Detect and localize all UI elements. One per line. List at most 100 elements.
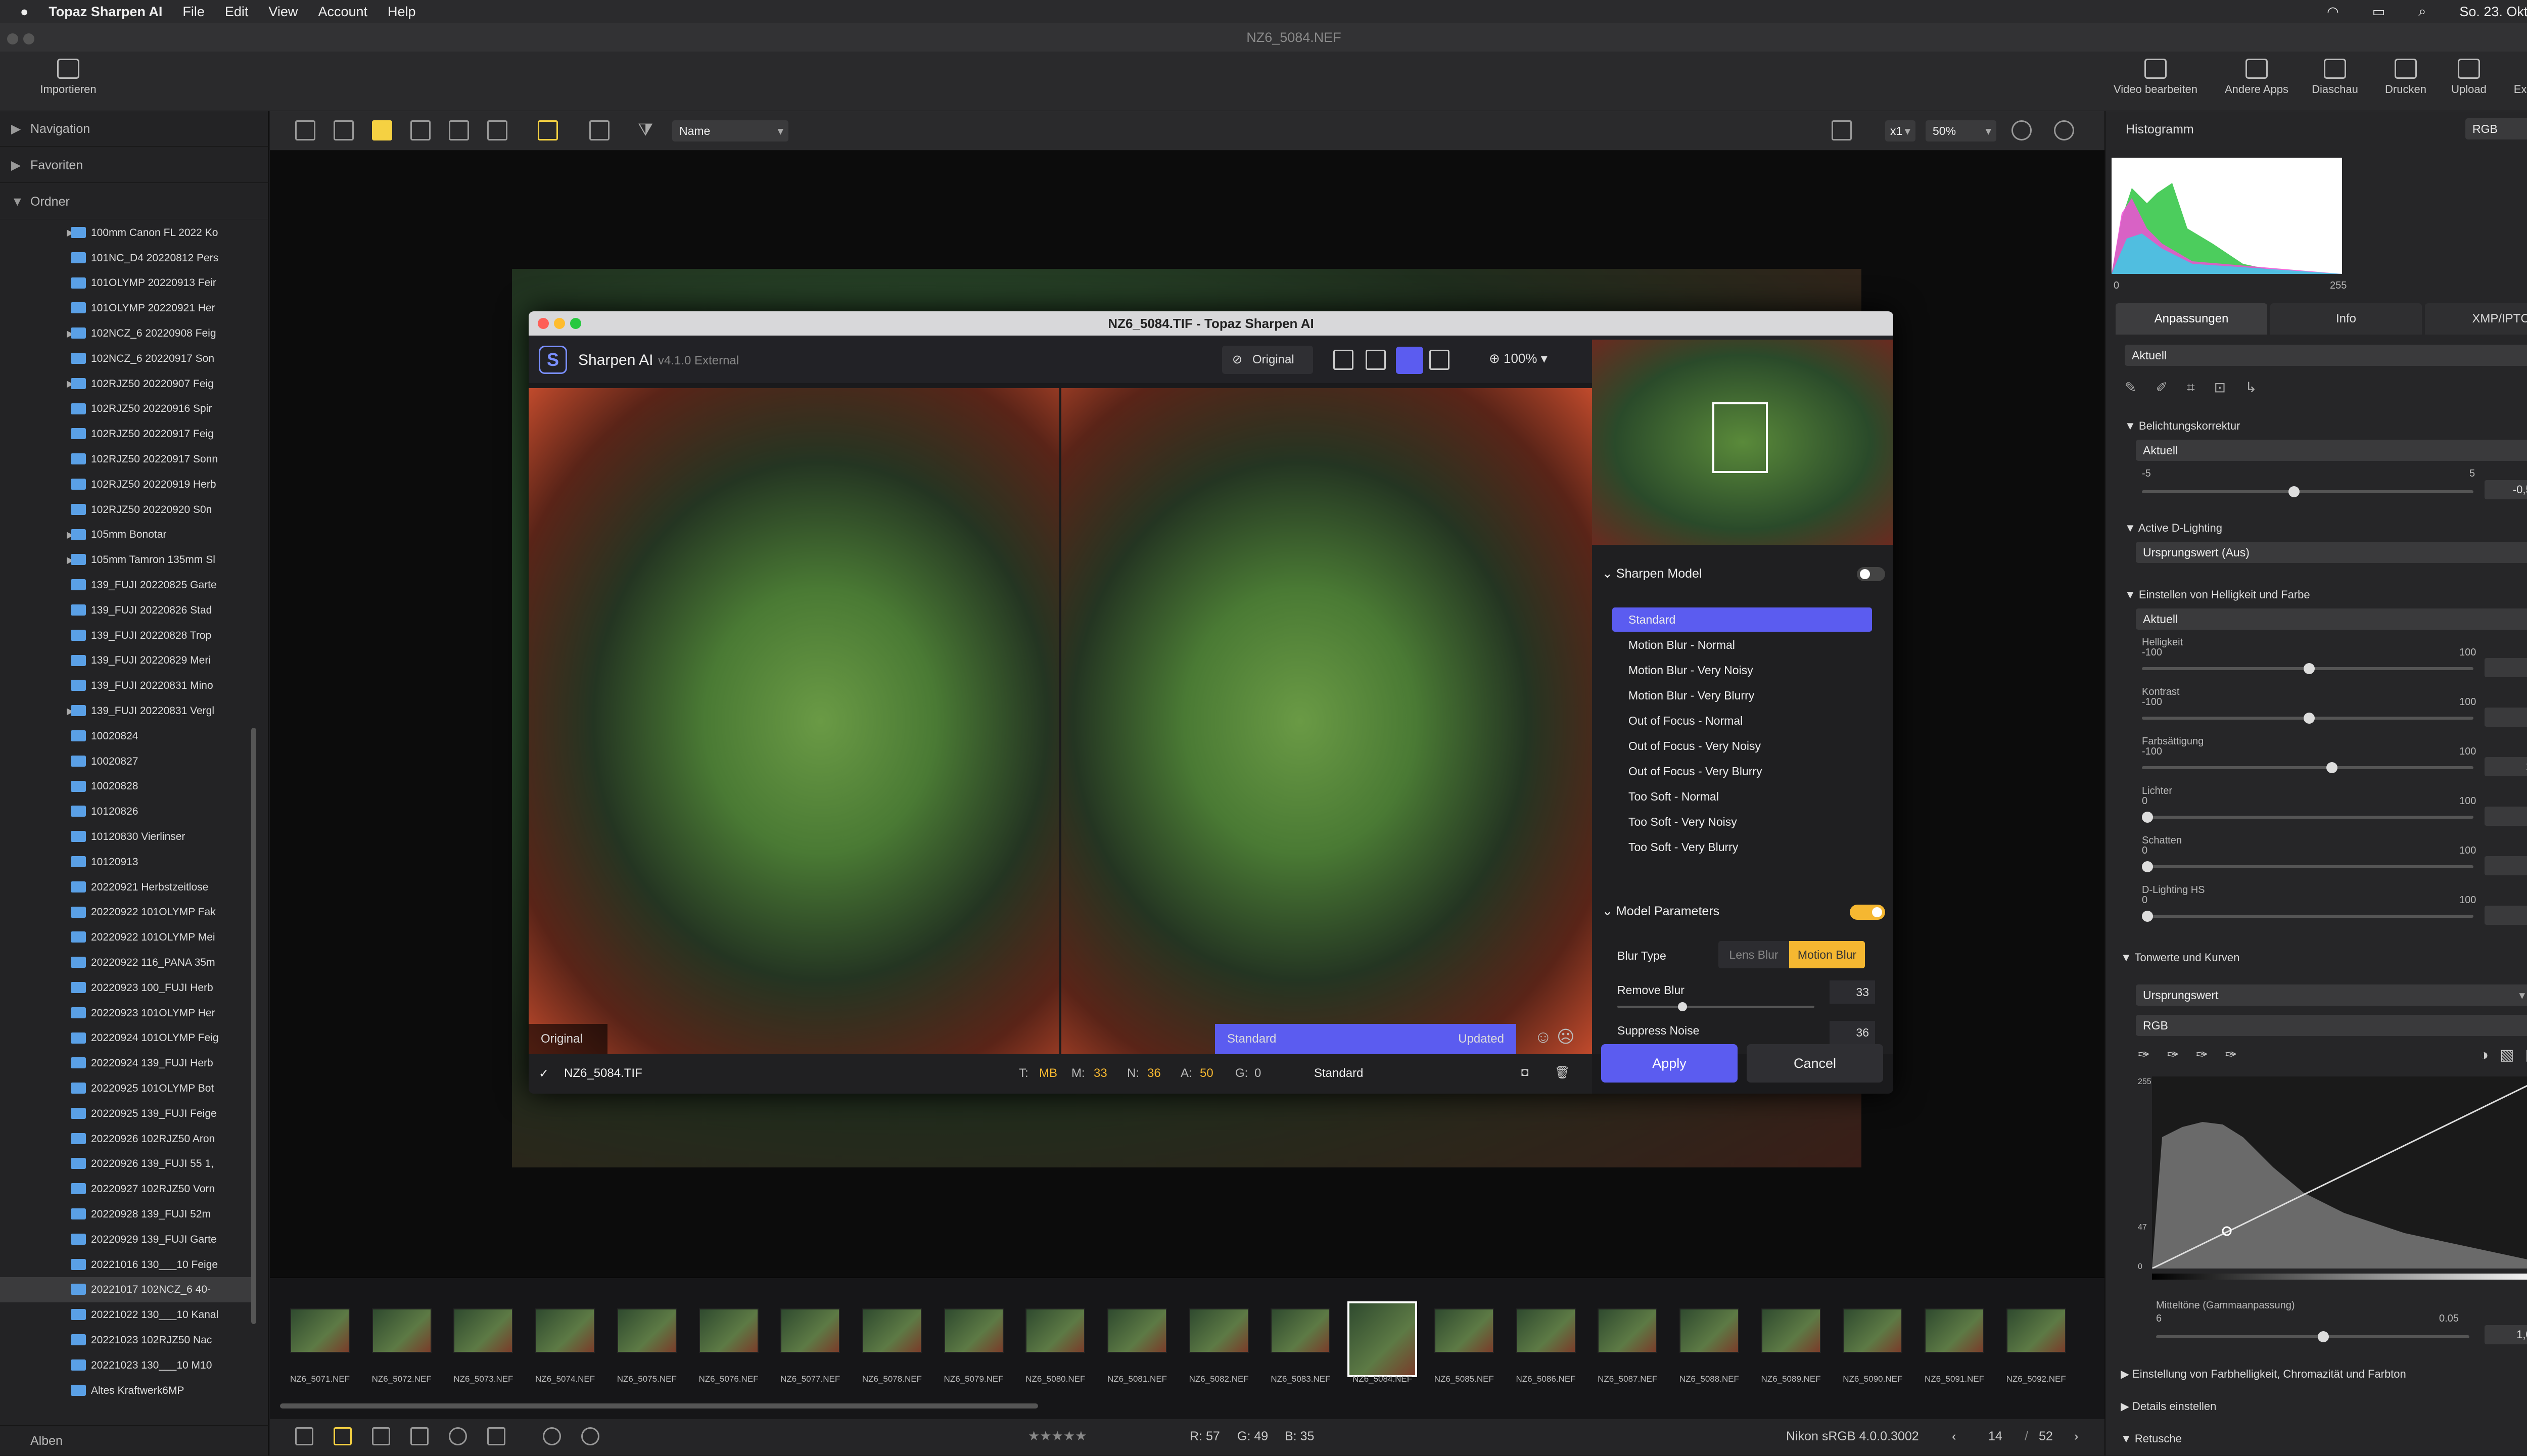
exposure-value[interactable]: -0,51 bbox=[2485, 480, 2527, 499]
zoom-in-icon[interactable] bbox=[2054, 120, 2074, 140]
histogram-icon[interactable] bbox=[487, 1427, 505, 1445]
film-thumbnail[interactable] bbox=[698, 1308, 759, 1353]
model-option[interactable]: Out of Focus - Very Blurry bbox=[1612, 759, 1872, 783]
split-view-icon[interactable] bbox=[1366, 350, 1386, 370]
film-thumbnail[interactable] bbox=[2006, 1308, 2066, 1353]
histogram-channel-select[interactable]: RGB bbox=[2465, 118, 2527, 139]
film-thumbnail[interactable] bbox=[1761, 1308, 1821, 1353]
folder-item[interactable]: 10020824 bbox=[0, 724, 253, 749]
filmstrip-scrollbar[interactable] bbox=[280, 1403, 1038, 1408]
folder-item[interactable]: ▶ 105mm Tamron 135mm Sl bbox=[0, 547, 253, 573]
battery-icon[interactable]: ▭ bbox=[2372, 4, 2385, 20]
folder-item[interactable]: 10120830 Vierlinser bbox=[0, 824, 253, 850]
film-thumbnail[interactable] bbox=[1189, 1308, 1249, 1353]
prev-image-button[interactable]: ‹ bbox=[1952, 1429, 1956, 1444]
film-thumbnail[interactable] bbox=[453, 1308, 513, 1353]
navigator-viewport[interactable] bbox=[1712, 402, 1768, 473]
film-thumbnail[interactable] bbox=[1434, 1308, 1494, 1353]
trash-icon[interactable]: 🗑 bbox=[1555, 1065, 1570, 1080]
quad-view-icon[interactable] bbox=[1429, 350, 1449, 370]
midtone-slider-knob[interactable] bbox=[2318, 1331, 2329, 1342]
folder-item[interactable]: 10020827 bbox=[0, 749, 253, 774]
film-thumbnail[interactable] bbox=[780, 1308, 840, 1353]
exposure-section[interactable]: ▼ Belichtungskorrektur bbox=[2125, 419, 2240, 433]
lens-blur-button[interactable]: Lens Blur bbox=[1718, 941, 1789, 968]
color-chroma-section[interactable]: ▶ Einstellung von Farbhelligkeit, Chroma… bbox=[2121, 1368, 2406, 1381]
sidebar-scrollbar[interactable] bbox=[251, 728, 256, 1324]
minimize-window-button[interactable] bbox=[23, 33, 34, 44]
side-by-side-view-icon[interactable] bbox=[1396, 347, 1423, 374]
model-option[interactable]: Too Soft - Normal bbox=[1612, 784, 1872, 809]
rotate-right-icon[interactable] bbox=[581, 1427, 599, 1445]
folder-item[interactable]: 20220923 101OLYMP Her bbox=[0, 1001, 253, 1026]
model-option[interactable]: Out of Focus - Very Noisy bbox=[1612, 734, 1872, 758]
search-icon[interactable]: ⌕ bbox=[2418, 4, 2426, 20]
folder-item[interactable]: 139_FUJI 20220826 Stad bbox=[0, 598, 253, 623]
zoom-x1-button[interactable]: x1 bbox=[1885, 120, 1915, 142]
curve-mode-icons[interactable]: ◑▧◩ bbox=[2479, 1046, 2527, 1064]
slideshow-button[interactable]: Diaschau bbox=[2305, 59, 2365, 96]
filter-icon[interactable]: ⧩ bbox=[638, 120, 658, 140]
navigation-section[interactable]: ▶ Navigation bbox=[0, 111, 269, 147]
folder-item[interactable]: 102RJZ50 20220916 Spir bbox=[0, 397, 253, 422]
menu-account[interactable]: Account bbox=[318, 4, 367, 20]
slider-knob[interactable] bbox=[2142, 861, 2153, 872]
folders-section[interactable]: ▼ Ordner bbox=[0, 184, 269, 219]
tone-channel-select[interactable]: RGB bbox=[2136, 1015, 2527, 1036]
dialog-minimize-button[interactable] bbox=[554, 318, 565, 329]
model-option[interactable]: Too Soft - Very Blurry bbox=[1612, 835, 1872, 859]
processed-preview[interactable]: Standard Updated ☺ ☹ bbox=[1061, 388, 1592, 1054]
adjustment-slider[interactable] bbox=[2142, 911, 2473, 922]
folder-item[interactable]: 20220923 100_FUJI Herb bbox=[0, 975, 253, 1001]
adjustment-slider[interactable] bbox=[2142, 713, 2473, 724]
motion-blur-button[interactable]: Motion Blur bbox=[1789, 941, 1865, 968]
cancel-button[interactable]: Cancel bbox=[1747, 1044, 1883, 1083]
single-view-icon[interactable] bbox=[1333, 350, 1353, 370]
next-image-button[interactable]: › bbox=[2074, 1429, 2078, 1444]
folder-item[interactable]: 20220928 139_FUJI 52m bbox=[0, 1202, 253, 1227]
folder-item[interactable]: 101OLYMP 20220921 Her bbox=[0, 296, 253, 321]
folder-item[interactable]: 102RJZ50 20220920 S0n bbox=[0, 497, 253, 523]
folder-item[interactable]: ▶ 139_FUJI 20220831 Vergl bbox=[0, 698, 253, 724]
eyedropper-icons[interactable]: ✑✑✑✑ bbox=[2138, 1046, 2254, 1063]
slider-value[interactable]: 0 bbox=[2485, 807, 2527, 826]
folder-item[interactable]: ▶ 100mm Canon FL 2022 Ko bbox=[0, 220, 253, 246]
adjustment-slider[interactable] bbox=[2142, 762, 2473, 773]
slider-knob[interactable] bbox=[2326, 762, 2337, 773]
folder-item[interactable]: Altes Kraftwerk6MP bbox=[0, 1378, 253, 1403]
folder-item[interactable]: 20220925 101OLYMP Bot bbox=[0, 1076, 253, 1101]
film-thumbnail[interactable] bbox=[944, 1308, 1004, 1353]
app-menu[interactable]: Topaz Sharpen AI bbox=[49, 4, 162, 20]
folder-item[interactable]: 20220926 102RJZ50 Aron bbox=[0, 1126, 253, 1152]
adjustment-slider[interactable] bbox=[2142, 861, 2473, 872]
midtone-slider[interactable] bbox=[2156, 1331, 2469, 1342]
fit-icon[interactable] bbox=[589, 120, 610, 140]
exposure-slider[interactable] bbox=[2142, 486, 2473, 497]
menu-file[interactable]: File bbox=[182, 4, 205, 20]
active-d-lighting-select[interactable]: Ursprungswert (Aus) bbox=[2136, 542, 2527, 563]
folder-item[interactable]: 20221022 130___10 Kanal bbox=[0, 1302, 253, 1328]
table-icon[interactable] bbox=[410, 1427, 429, 1445]
folder-item[interactable]: 139_FUJI 20220825 Garte bbox=[0, 573, 253, 598]
folder-item[interactable]: 20220927 102RJZ50 Vorn bbox=[0, 1177, 253, 1202]
rotate-left-icon[interactable] bbox=[543, 1427, 561, 1445]
slider-knob[interactable] bbox=[2304, 663, 2315, 674]
slider-value[interactable]: 14 bbox=[2485, 757, 2527, 776]
adjustment-slider[interactable] bbox=[2142, 812, 2473, 823]
suppress-noise-value[interactable]: 36 bbox=[1830, 1021, 1875, 1044]
menu-edit[interactable]: Edit bbox=[225, 4, 249, 20]
apple-icon[interactable]: ● bbox=[20, 4, 28, 20]
dialog-zoom-button[interactable] bbox=[570, 318, 581, 329]
tone-curve-section[interactable]: ▼ Tonwerte und Kurven bbox=[2121, 951, 2239, 964]
folder-item[interactable]: 102RJZ50 20220917 Feig bbox=[0, 421, 253, 447]
close-window-button[interactable] bbox=[7, 33, 18, 44]
auto-params-toggle[interactable] bbox=[1850, 905, 1885, 920]
folder-item[interactable]: 20220926 139_FUJI 55 1, bbox=[0, 1151, 253, 1177]
feedback-icons[interactable]: ☺ ☹ bbox=[1534, 1027, 1575, 1047]
film-thumbnail[interactable] bbox=[535, 1308, 595, 1353]
film-thumbnail[interactable] bbox=[1925, 1308, 1984, 1353]
adjustment-slider[interactable] bbox=[2142, 663, 2473, 674]
grid-view-icon[interactable] bbox=[295, 120, 315, 140]
film-thumbnail[interactable] bbox=[1843, 1308, 1903, 1353]
folder-item[interactable]: 20220921 Herbstzeitlose bbox=[0, 875, 253, 900]
